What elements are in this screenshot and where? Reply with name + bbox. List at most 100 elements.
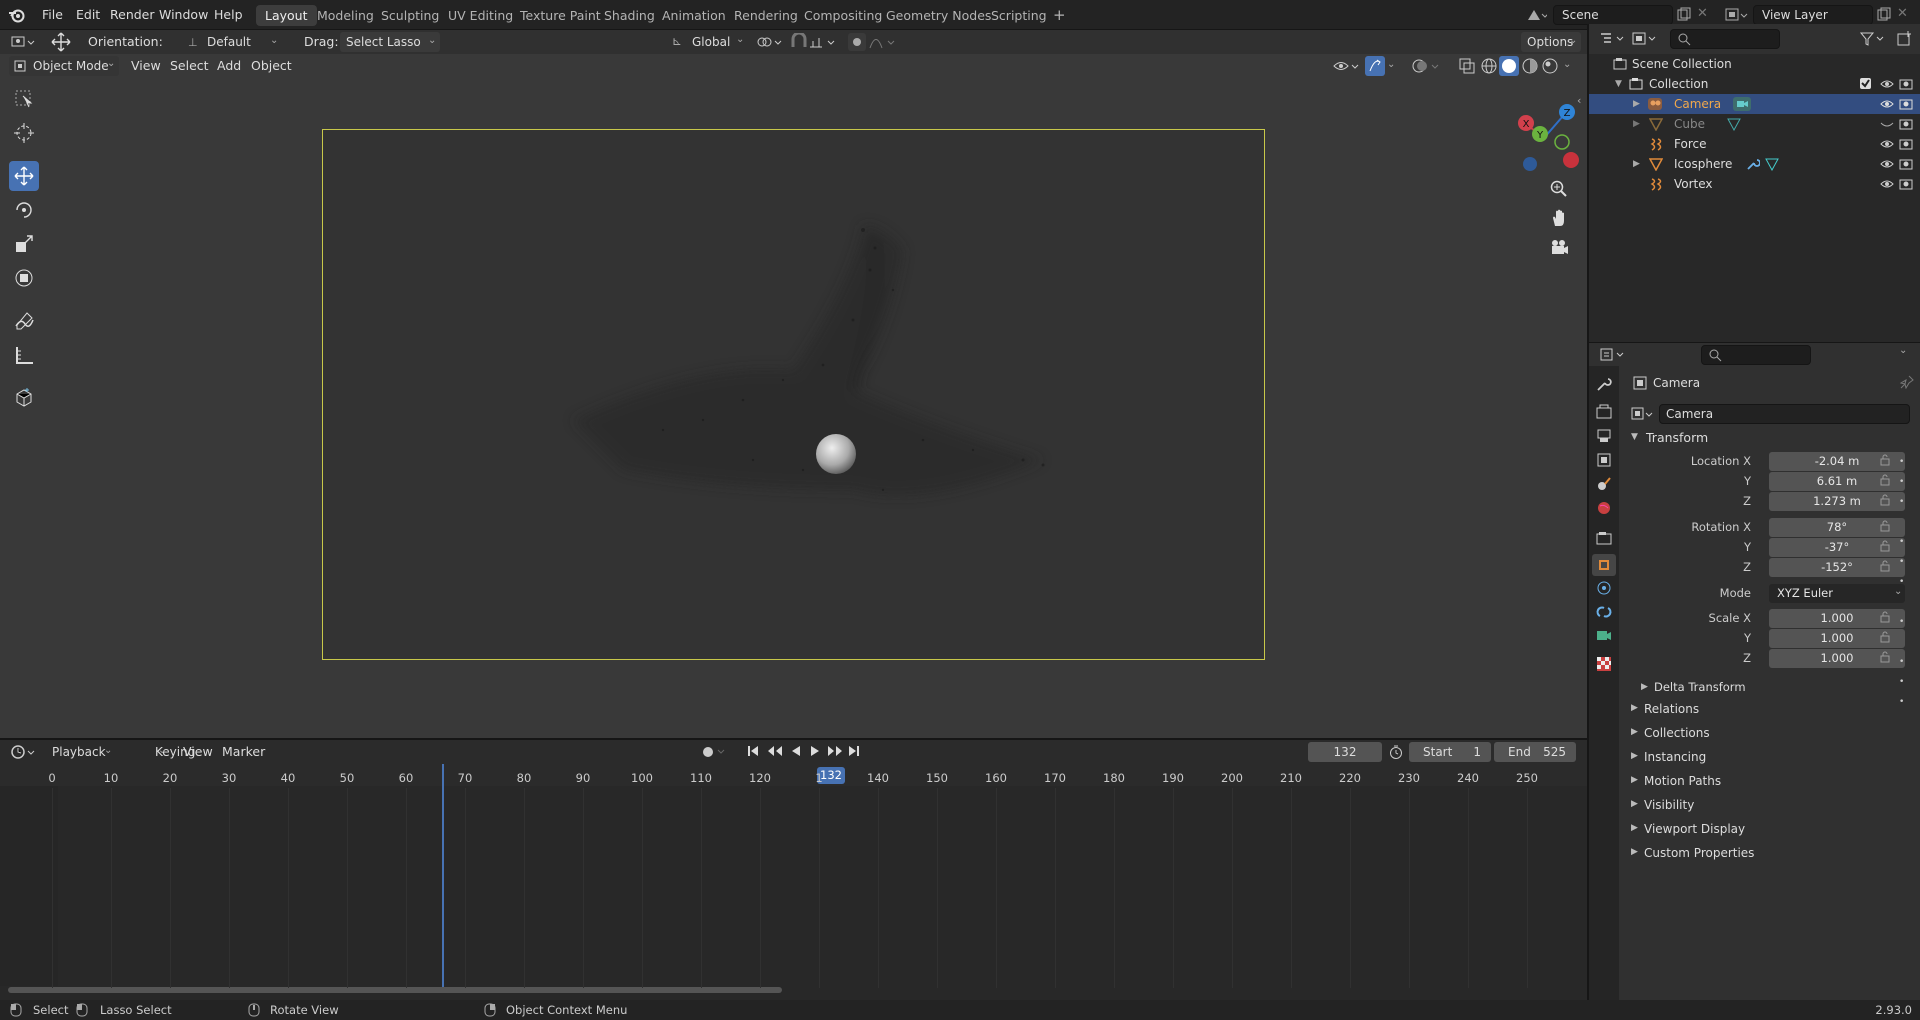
lock-icon[interactable] bbox=[1879, 494, 1891, 506]
render-camera-icon[interactable] bbox=[1899, 97, 1913, 111]
pivot-point-icon[interactable] bbox=[756, 33, 784, 51]
object-tab-icon[interactable] bbox=[1592, 554, 1616, 576]
expand-arrow-icon[interactable]: ▶ bbox=[1631, 799, 1638, 809]
outliner-item-force[interactable]: Force bbox=[1589, 134, 1920, 154]
viewport-menu-view[interactable]: View bbox=[131, 56, 161, 76]
motion-paths-panel[interactable]: Motion Paths bbox=[1644, 772, 1721, 790]
mode-dropdown[interactable]: Object Mode ⌄ bbox=[9, 56, 119, 76]
lock-icon[interactable] bbox=[1879, 560, 1891, 572]
view-layer-icon[interactable] bbox=[1724, 6, 1750, 24]
timeline-view-menu[interactable]: View bbox=[183, 742, 213, 762]
render-camera-icon[interactable] bbox=[1899, 137, 1913, 151]
tab-sculpting[interactable]: Sculpting bbox=[372, 5, 448, 26]
transform-orientation-dropdown[interactable]: ⊾ Global ⌄ bbox=[668, 32, 748, 52]
eye-icon[interactable] bbox=[1880, 138, 1894, 150]
eye-icon[interactable] bbox=[1880, 78, 1894, 90]
relations-panel[interactable]: Relations bbox=[1644, 700, 1699, 718]
expand-arrow-icon[interactable]: ▶ bbox=[1633, 94, 1640, 114]
expand-arrow-icon[interactable]: ▼ bbox=[1615, 74, 1622, 94]
navigation-gizmo[interactable]: Z X Y bbox=[1500, 94, 1580, 179]
display-mode-icon[interactable] bbox=[1631, 31, 1661, 47]
wireframe-shading-icon[interactable] bbox=[1480, 57, 1498, 75]
jump-end-icon[interactable] bbox=[847, 744, 861, 758]
editor-type-icon[interactable] bbox=[10, 33, 38, 51]
scene-name-field[interactable]: Scene bbox=[1553, 5, 1673, 25]
close-scene-icon[interactable]: ✕ bbox=[1697, 6, 1708, 21]
drag-dropdown[interactable]: Select Lasso bbox=[340, 32, 440, 52]
move-tool-icon[interactable] bbox=[50, 32, 72, 52]
jump-start-icon[interactable] bbox=[746, 744, 760, 758]
blender-logo-icon[interactable] bbox=[8, 7, 26, 23]
expand-arrow-icon[interactable]: ▶ bbox=[1631, 823, 1638, 833]
next-keyframe-icon[interactable] bbox=[826, 744, 844, 758]
lock-icon[interactable] bbox=[1879, 651, 1891, 663]
lock-icon[interactable] bbox=[1879, 520, 1891, 532]
menu-help[interactable]: Help bbox=[207, 6, 250, 24]
outliner-scene-collection[interactable]: Scene Collection bbox=[1589, 54, 1920, 74]
outliner-item-cube[interactable]: ▶ Cube bbox=[1589, 114, 1920, 134]
viewport-menu-add[interactable]: Add bbox=[217, 56, 241, 76]
measure-tool-icon[interactable] bbox=[9, 340, 39, 370]
viewport-menu-object[interactable]: Object bbox=[251, 56, 292, 76]
render-tab-icon[interactable] bbox=[1596, 404, 1612, 420]
rendered-shading-icon[interactable] bbox=[1541, 57, 1559, 75]
expand-arrow-icon[interactable]: ▶ bbox=[1631, 751, 1638, 761]
filter-icon[interactable] bbox=[1859, 31, 1889, 47]
outliner-item-icosphere[interactable]: ▶ Icosphere bbox=[1589, 154, 1920, 174]
chevron-down-icon[interactable]: ⌄ bbox=[1387, 59, 1395, 70]
play-reverse-icon[interactable] bbox=[789, 744, 803, 758]
custom-properties-panel[interactable]: Custom Properties bbox=[1644, 844, 1754, 862]
play-icon[interactable] bbox=[808, 744, 822, 758]
chevron-down-icon[interactable]: ⌄ bbox=[1899, 345, 1907, 356]
menu-window[interactable]: Window bbox=[152, 6, 215, 24]
timeline-scrollbar[interactable] bbox=[8, 987, 782, 993]
eye-icon[interactable] bbox=[1880, 98, 1894, 110]
expand-arrow-icon[interactable]: ▶ bbox=[1633, 114, 1640, 134]
move-tool-button[interactable] bbox=[9, 161, 39, 191]
chevron-down-icon[interactable]: ⌄ bbox=[1563, 59, 1571, 70]
scene-tab-icon[interactable] bbox=[1596, 476, 1612, 492]
collection-tab-icon[interactable] bbox=[1596, 530, 1612, 546]
viewport-menu-select[interactable]: Select bbox=[170, 56, 209, 76]
new-collection-icon[interactable] bbox=[1896, 30, 1914, 48]
outliner-collection[interactable]: ▼ Collection bbox=[1589, 74, 1920, 94]
annotate-tool-icon[interactable] bbox=[9, 306, 39, 336]
expand-arrow-icon[interactable]: ▶ bbox=[1631, 703, 1638, 713]
expand-arrow-icon[interactable]: ▼ bbox=[1631, 432, 1638, 442]
close-view-layer-icon[interactable]: ✕ bbox=[1897, 6, 1908, 21]
eye-closed-icon[interactable] bbox=[1880, 118, 1894, 130]
object-name-field[interactable]: Camera bbox=[1659, 404, 1910, 424]
world-tab-icon[interactable] bbox=[1596, 500, 1612, 516]
orientation-dropdown[interactable]: Default bbox=[183, 32, 283, 52]
end-frame-field[interactable]: End 525 bbox=[1494, 742, 1576, 762]
prev-keyframe-icon[interactable] bbox=[766, 744, 784, 758]
menu-file[interactable]: File bbox=[35, 6, 70, 24]
transform-panel-title[interactable]: Transform bbox=[1646, 429, 1708, 447]
object-browse-icon[interactable] bbox=[1629, 404, 1657, 424]
object-data-tab-icon[interactable] bbox=[1596, 628, 1612, 644]
rotate-tool-icon[interactable] bbox=[9, 195, 39, 225]
snap-icon[interactable] bbox=[790, 33, 808, 51]
pan-hand-icon[interactable] bbox=[1549, 208, 1569, 228]
texture-tab-icon[interactable] bbox=[1596, 656, 1612, 672]
constraints-tab-icon[interactable] bbox=[1596, 604, 1612, 620]
outliner-editor-type-icon[interactable] bbox=[1599, 31, 1629, 47]
properties-editor-type-icon[interactable] bbox=[1599, 347, 1629, 363]
eye-icon[interactable] bbox=[1880, 178, 1894, 190]
tab-animation[interactable]: Animation bbox=[653, 5, 735, 26]
scale-tool-icon[interactable] bbox=[9, 229, 39, 259]
viewport-display-panel[interactable]: Viewport Display bbox=[1644, 820, 1745, 838]
collapse-sidebar-icon[interactable]: ‹ bbox=[1577, 94, 1581, 107]
eye-icon[interactable] bbox=[1880, 158, 1894, 170]
keyframe-dots[interactable]: • • • • • • • • • • bbox=[1899, 452, 1904, 712]
timeline-editor-type-icon[interactable] bbox=[10, 743, 40, 761]
lock-icon[interactable] bbox=[1879, 540, 1891, 552]
overlays-icon[interactable] bbox=[1412, 57, 1442, 75]
render-camera-icon[interactable] bbox=[1899, 177, 1913, 191]
expand-arrow-icon[interactable]: ▶ bbox=[1641, 682, 1648, 692]
preview-range-icon[interactable] bbox=[1388, 744, 1404, 760]
new-scene-icon[interactable] bbox=[1677, 7, 1691, 21]
transform-tool-icon[interactable] bbox=[9, 263, 39, 293]
menu-edit[interactable]: Edit bbox=[69, 6, 107, 24]
render-camera-icon[interactable] bbox=[1899, 157, 1913, 171]
